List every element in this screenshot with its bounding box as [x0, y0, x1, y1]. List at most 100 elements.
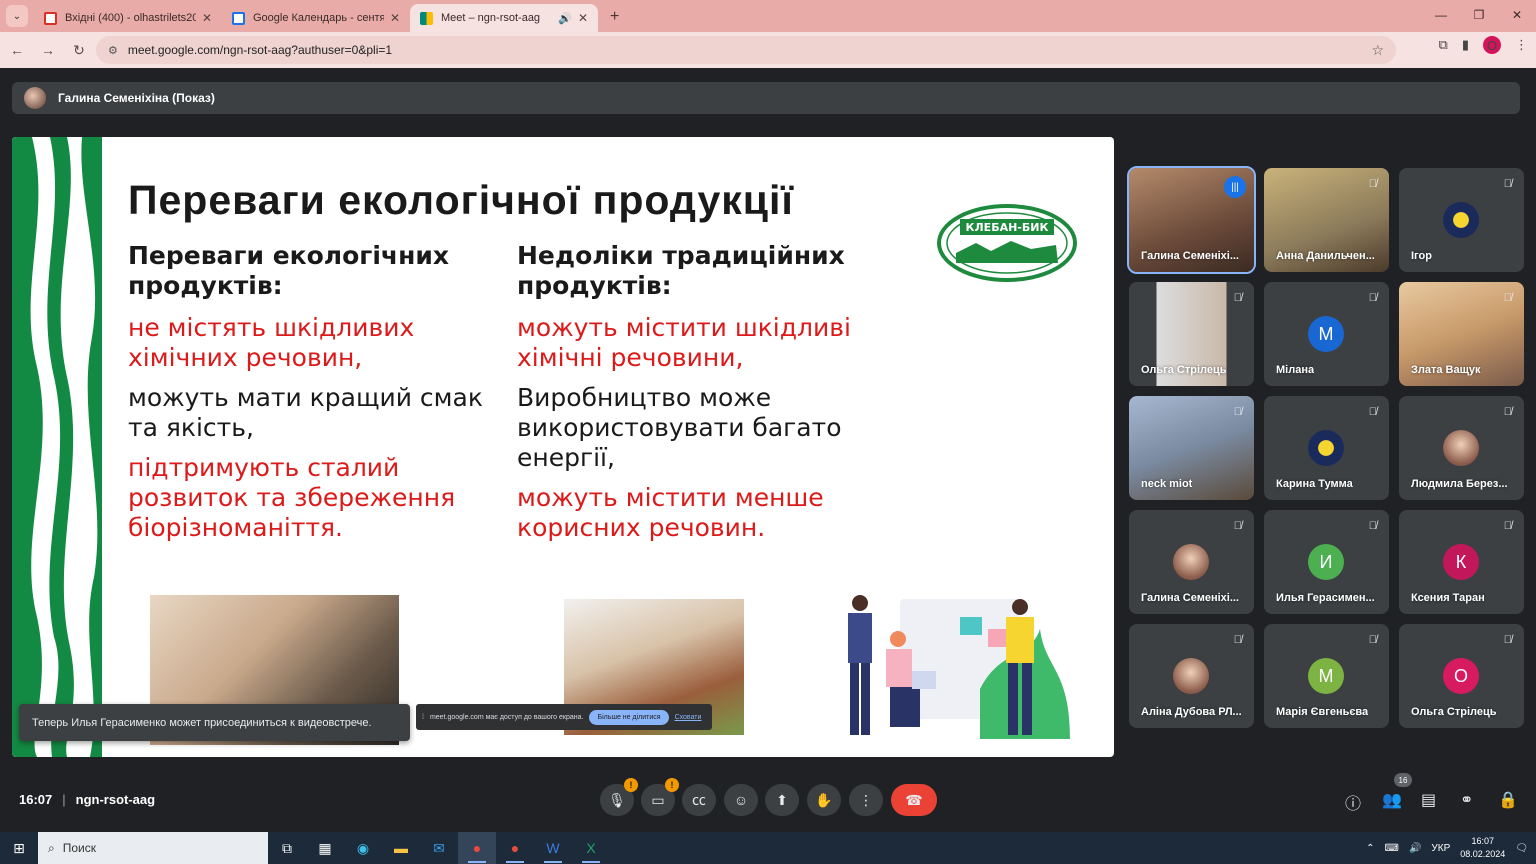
edge-icon[interactable]: ◉: [344, 832, 382, 864]
reload-icon[interactable]: ↻: [65, 36, 93, 64]
chrome-icon[interactable]: ●: [458, 832, 496, 864]
meeting-details-icon[interactable]: ⓘ: [1345, 790, 1361, 814]
mic-muted-icon: 🎙̸: [1503, 634, 1512, 646]
windows-taskbar: ⊞ ⌕ Поиск ⧉ ▦ ◉ ▬ ✉ ● ● W X ⌃ ⌨ 🔊 УКР 16…: [0, 832, 1536, 864]
word-icon[interactable]: W: [534, 832, 572, 864]
meeting-time: 16:07: [19, 792, 53, 807]
warning-icon: !: [665, 778, 679, 792]
language-indicator[interactable]: УКР: [1431, 843, 1450, 854]
microphone-button[interactable]: 🎙!: [600, 778, 638, 816]
extensions-icon[interactable]: ⧉: [1439, 37, 1448, 53]
present-screen-button[interactable]: ⬆: [765, 784, 799, 816]
browser-tab-meet[interactable]: Meet – ngn-rsot-aag 🔊 ✕: [410, 4, 598, 32]
hand-icon: ✋: [815, 791, 833, 808]
raise-hand-button[interactable]: ✋: [807, 784, 841, 816]
camera-button[interactable]: ▭!: [641, 778, 679, 816]
participant-tile[interactable]: О 🎙̸ Ольга Стрілець: [1399, 624, 1524, 728]
people-icon[interactable]: 👥: [1382, 790, 1402, 810]
participant-name: Ігор: [1411, 250, 1432, 262]
browser-tab-calendar[interactable]: Google Календарь - сентябрь ✕: [222, 4, 410, 32]
volume-icon[interactable]: 🔊: [1409, 843, 1421, 854]
menu-kebab-icon[interactable]: ⋮: [1515, 37, 1528, 53]
hang-up-icon: ☎: [905, 791, 923, 808]
browser-toolbar: ← → ↻ ⚙ meet.google.com/ngn-rsot-aag?aut…: [0, 32, 1536, 68]
more-options-button[interactable]: ⋮: [849, 784, 883, 816]
participant-photo-avatar: [1173, 658, 1209, 694]
speaking-indicator-icon: |||: [1224, 176, 1246, 198]
notifications-icon[interactable]: 🗨: [1515, 843, 1528, 854]
participant-tile[interactable]: 🎙̸ Карина Тумма: [1264, 396, 1389, 500]
profile-avatar[interactable]: O: [1483, 36, 1501, 54]
captions-button[interactable]: ㏄: [682, 784, 716, 816]
address-bar[interactable]: ⚙ meet.google.com/ngn-rsot-aag?authuser=…: [96, 36, 1396, 64]
share-notice-text: meet.google.com має доступ до вашого екр…: [429, 713, 584, 721]
taskbar-search[interactable]: ⌕ Поиск: [38, 832, 268, 864]
mic-muted-icon: 🎙̸: [1503, 406, 1512, 418]
file-explorer-icon[interactable]: ▬: [382, 832, 420, 864]
hide-notice-link[interactable]: Сховати: [675, 714, 702, 721]
participant-tile[interactable]: 🎙̸ neck miot: [1129, 396, 1254, 500]
windows-start-icon[interactable]: ⊞: [0, 832, 38, 864]
restore-icon[interactable]: ❐: [1460, 0, 1498, 30]
speaker-icon[interactable]: 🔊: [558, 12, 572, 25]
forward-icon[interactable]: →: [34, 36, 62, 64]
search-icon: ⌕: [48, 840, 55, 855]
team-illustration: [848, 595, 1070, 739]
excel-icon[interactable]: X: [572, 832, 610, 864]
participant-tile[interactable]: 🎙̸ Аліна Дубова РЛ...: [1129, 624, 1254, 728]
site-info-icon[interactable]: ⚙: [108, 44, 118, 57]
participant-tile[interactable]: 🎙̸ Злата Ващук: [1399, 282, 1524, 386]
presenter-avatar: [24, 87, 46, 109]
participant-name: Ольга Стрілець: [1141, 364, 1227, 376]
side-panel-icon[interactable]: ▮: [1462, 37, 1469, 53]
participant-name: Аліна Дубова РЛ...: [1141, 706, 1242, 718]
minimize-icon[interactable]: —: [1422, 0, 1460, 30]
reactions-button[interactable]: ☺: [724, 784, 758, 816]
chrome-profile-icon[interactable]: ●: [496, 832, 534, 864]
store-icon[interactable]: ▦: [306, 832, 344, 864]
participant-name: Марія Євгеньєва: [1276, 706, 1369, 718]
chevron-up-icon[interactable]: ⌃: [1366, 843, 1374, 854]
slide-column-drawbacks: Недоліки традиційних продуктів: можуть м…: [517, 241, 907, 553]
bookmark-star-icon[interactable]: ☆: [1371, 42, 1384, 59]
gmail-icon: [44, 11, 57, 25]
participant-tile[interactable]: 🎙̸ Ігор: [1399, 168, 1524, 272]
clock[interactable]: 16:07 08.02.2024: [1460, 835, 1505, 861]
participant-tile[interactable]: ||| Галина Семеніхі...: [1127, 166, 1256, 274]
leave-call-button[interactable]: ☎: [891, 784, 937, 816]
close-icon[interactable]: ✕: [578, 11, 588, 25]
calendar-icon: [232, 11, 245, 25]
participant-tile[interactable]: 🎙̸ Галина Семеніхі...: [1129, 510, 1254, 614]
host-controls-icon[interactable]: 🔒: [1498, 790, 1518, 810]
mic-muted-icon: 🎙̸: [1233, 292, 1242, 304]
back-icon[interactable]: ←: [3, 36, 31, 64]
drag-handle-icon[interactable]: ⁞: [422, 714, 424, 721]
participant-tile[interactable]: 🎙̸ Анна Данильчен...: [1264, 168, 1389, 272]
activities-icon[interactable]: ⚭: [1460, 790, 1473, 810]
shared-screen-slide: Переваги екологічної продукції Переваги …: [12, 137, 1114, 757]
participant-tile[interactable]: M 🎙̸ Марія Євгеньєва: [1264, 624, 1389, 728]
chat-icon[interactable]: ▤: [1421, 790, 1436, 810]
tab-title: Вхідні (400) - olhastrilets20@gm: [65, 12, 196, 24]
mic-muted-icon: 🎙̸: [1368, 178, 1377, 190]
new-tab-icon[interactable]: +: [610, 8, 619, 26]
tab-title: Meet – ngn-rsot-aag: [441, 12, 541, 24]
participant-tile[interactable]: К 🎙̸ Ксения Таран: [1399, 510, 1524, 614]
presenter-bar: Галина Семеніхіна (Показ): [12, 82, 1520, 114]
close-icon[interactable]: ✕: [202, 11, 212, 25]
participant-tile[interactable]: И 🎙̸ Илья Герасимен...: [1264, 510, 1389, 614]
browser-tab-gmail[interactable]: Вхідні (400) - olhastrilets20@gm ✕: [34, 4, 222, 32]
participant-tile[interactable]: 🎙̸ Ольга Стрілець: [1129, 282, 1254, 386]
network-icon[interactable]: ⌨: [1385, 843, 1399, 854]
participant-tile[interactable]: M 🎙̸ Мілана: [1264, 282, 1389, 386]
tab-title: Google Календарь - сентябрь: [253, 12, 384, 24]
mail-icon[interactable]: ✉: [420, 832, 458, 864]
participant-tile[interactable]: 🎙̸ Людмила Берез...: [1399, 396, 1524, 500]
mic-muted-icon: 🎙̸: [1368, 634, 1377, 646]
mic-muted-icon: 🎙̸: [1368, 520, 1377, 532]
close-window-icon[interactable]: ✕: [1498, 0, 1536, 30]
stop-sharing-button[interactable]: Більше не ділитися: [589, 709, 669, 725]
tab-search-chevron-icon[interactable]: ⌄: [6, 5, 28, 27]
close-icon[interactable]: ✕: [390, 11, 400, 25]
task-view-icon[interactable]: ⧉: [268, 832, 306, 864]
